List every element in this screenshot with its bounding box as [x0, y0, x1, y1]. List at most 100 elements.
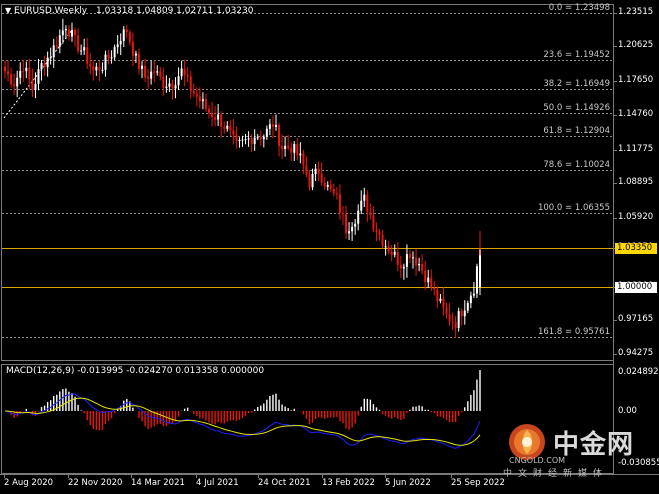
date-tick-label: 24 Oct 2021	[258, 478, 311, 488]
bear-candle-body	[408, 254, 411, 258]
bear-candle-body	[10, 74, 13, 85]
bear-candle-body	[399, 264, 402, 269]
price-tick-label: 1.20625	[618, 40, 654, 51]
bear-candle-body	[195, 93, 198, 97]
bear-candle-body	[55, 45, 58, 47]
bull-candle-body	[52, 45, 55, 58]
bull-candle-body	[348, 231, 351, 234]
bear-candle-body	[302, 153, 305, 166]
price-tag: 1.00000	[615, 281, 657, 293]
bear-candle-body	[378, 231, 381, 235]
price-tick-label: 1.23515	[618, 6, 654, 17]
bull-candle-body	[16, 77, 19, 87]
bull-candle-body	[165, 86, 168, 88]
bear-candle-body	[7, 71, 10, 75]
bull-candle-body	[466, 303, 469, 311]
chart-header[interactable]: ▼ EURUSD,Weekly 1.03318 1.04809 1.02711 …	[5, 6, 253, 16]
date-tick-label: 5 Jun 2022	[385, 478, 431, 488]
bull-candle-body	[40, 63, 43, 70]
bull-candle-body	[412, 257, 415, 259]
bear-candle-body	[424, 270, 427, 283]
bull-candle-body	[37, 69, 40, 84]
bull-candle-body	[293, 144, 296, 153]
bear-candle-body	[338, 194, 341, 214]
bull-candle-body	[116, 44, 119, 48]
bear-candle-body	[433, 287, 436, 290]
bull-candle-body	[439, 298, 442, 301]
bull-candle-body	[25, 67, 28, 72]
fib-level-label: 78.6 = 1.10024	[543, 159, 610, 170]
bear-candle-body	[445, 307, 448, 315]
bear-candle-body	[214, 117, 217, 120]
bull-candle-body	[384, 246, 387, 248]
bear-candle-body	[131, 42, 134, 56]
bear-candle-body	[86, 47, 89, 64]
bull-candle-body	[360, 200, 363, 211]
price-tick-label: 1.05920	[618, 211, 654, 222]
bull-candle-body	[284, 145, 287, 149]
bear-candle-body	[89, 63, 92, 67]
fib-level-label: 38.2 = 1.16949	[543, 78, 610, 89]
bear-candle-body	[137, 53, 140, 69]
bear-candle-body	[250, 138, 253, 144]
triangle-down-icon[interactable]: ▼	[5, 6, 11, 15]
symbol-label: EURUSD,Weekly	[14, 6, 88, 16]
bull-candle-body	[244, 139, 247, 141]
bear-candle-body	[372, 215, 375, 230]
bear-candle-body	[153, 71, 156, 73]
date-tick-label: 22 Nov 2020	[68, 478, 123, 488]
bull-candle-body	[180, 68, 183, 77]
bear-candle-body	[387, 246, 390, 252]
bull-candle-body	[469, 295, 472, 304]
bear-candle-body	[281, 146, 284, 149]
bear-candle-body	[4, 66, 6, 72]
bull-candle-body	[253, 137, 256, 144]
bear-candle-body	[341, 213, 344, 215]
bull-candle-body	[174, 85, 177, 89]
bear-candle-body	[220, 114, 223, 127]
bear-candle-body	[31, 79, 34, 90]
bear-candle-body	[92, 66, 95, 71]
bull-candle-body	[70, 29, 73, 37]
bull-candle-body	[19, 71, 22, 78]
bull-candle-body	[418, 264, 421, 266]
watermark-tagline: 中文财经新媒体	[503, 469, 609, 479]
bull-candle-body	[238, 139, 241, 142]
bear-candle-body	[43, 63, 46, 68]
bear-candle-body	[290, 147, 293, 153]
bull-candle-body	[268, 124, 271, 129]
date-tick-label: 4 Jul 2021	[196, 478, 239, 488]
bull-candle-body	[457, 310, 460, 328]
bear-candle-body	[204, 99, 207, 109]
bear-candle-body	[22, 71, 25, 73]
date-tick-label: 14 Mar 2021	[131, 478, 185, 488]
bull-candle-body	[217, 114, 220, 120]
bear-candle-body	[369, 212, 372, 216]
bear-candle-body	[77, 35, 80, 52]
bear-candle-body	[107, 54, 110, 59]
bear-candle-body	[229, 125, 232, 131]
watermark-logo: 中金网 CNGOLD.COM 中文财经新媒体	[503, 420, 653, 479]
bull-candle-body	[351, 226, 354, 232]
bull-candle-body	[326, 184, 329, 187]
bear-candle-body	[454, 322, 457, 328]
price-tick-label: 1.17650	[618, 75, 654, 86]
bull-candle-body	[61, 30, 64, 36]
bull-candle-body	[168, 83, 171, 87]
bear-candle-body	[13, 84, 16, 87]
bear-candle-body	[223, 126, 226, 129]
macd-header: MACD(12,26,9) -0.013995 -0.024270 0.0133…	[6, 366, 265, 376]
bear-candle-body	[144, 65, 147, 78]
bull-candle-body	[311, 174, 314, 188]
bull-candle-body	[357, 210, 360, 224]
bear-candle-body	[74, 29, 77, 36]
bear-candle-body	[147, 77, 150, 79]
bull-candle-body	[314, 168, 317, 175]
bear-candle-body	[436, 289, 439, 301]
bear-candle-body	[323, 182, 326, 187]
bear-candle-body	[259, 137, 262, 140]
bull-candle-body	[265, 128, 268, 137]
bear-candle-body	[460, 310, 463, 317]
bull-candle-body	[80, 50, 83, 52]
bear-candle-body	[396, 251, 399, 265]
